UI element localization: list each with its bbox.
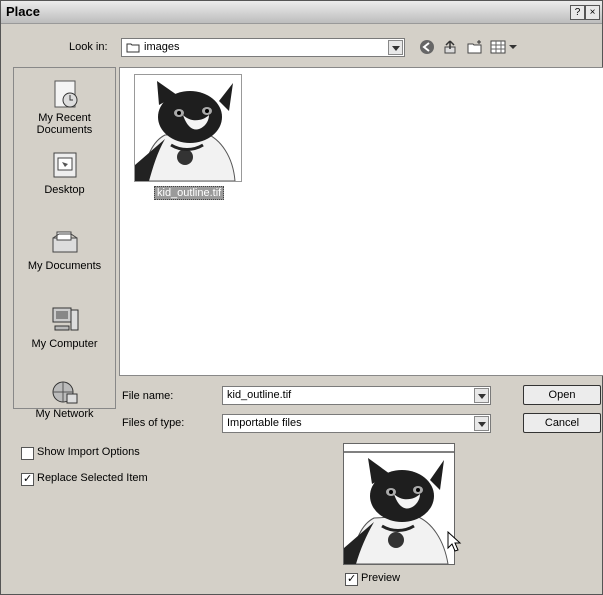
- view-menu-icon[interactable]: [490, 39, 520, 58]
- open-button[interactable]: Open: [523, 385, 601, 405]
- file-name-label[interactable]: kid_outline.tif: [154, 186, 225, 200]
- desktop-icon: [53, 152, 76, 178]
- places-bar: My Recent Documents Desktop My Documents…: [13, 67, 116, 420]
- replace-selected-item-checkbox[interactable]: [21, 472, 34, 486]
- look-in-label: Look in:: [69, 41, 108, 53]
- chevron-down-icon[interactable]: [474, 388, 489, 403]
- place-label: My Computer: [31, 338, 98, 350]
- cancel-button[interactable]: Cancel: [523, 413, 601, 433]
- cat-preview-image: [344, 444, 454, 565]
- recent-documents-icon: [54, 80, 77, 108]
- file-name-field-label: File name:: [122, 390, 174, 402]
- back-icon[interactable]: [419, 39, 435, 58]
- my-computer-icon: [52, 307, 78, 331]
- place-label: My Recent Documents: [36, 112, 93, 136]
- preview-label[interactable]: Preview: [361, 572, 400, 584]
- help-button[interactable]: ?: [570, 5, 585, 20]
- cat-image: [135, 75, 241, 182]
- mouse-pointer-icon: [447, 530, 463, 556]
- place-label: Desktop: [44, 184, 85, 196]
- title-bar: Place ? ×: [1, 1, 602, 24]
- file-list[interactable]: kid_outline.tif: [119, 67, 603, 376]
- file-name-input[interactable]: kid_outline.tif: [222, 386, 491, 405]
- look-in-dropdown[interactable]: images: [121, 38, 405, 57]
- replace-selected-item-label[interactable]: Replace Selected Item: [37, 472, 148, 484]
- file-type-dropdown[interactable]: Importable files: [222, 414, 491, 433]
- place-label: My Documents: [27, 260, 102, 272]
- place-my-network[interactable]: My Network: [14, 380, 115, 420]
- preview-checkbox[interactable]: [345, 572, 358, 586]
- dialog-title: Place: [6, 4, 40, 19]
- folder-icon: [126, 42, 140, 56]
- file-thumbnail[interactable]: [134, 74, 242, 182]
- place-desktop[interactable]: Desktop: [14, 150, 115, 196]
- file-name-value: kid_outline.tif: [227, 389, 292, 401]
- file-type-label: Files of type:: [122, 417, 185, 429]
- chevron-down-icon[interactable]: [474, 416, 489, 431]
- place-dialog: Place ? × Look in: images My Recent Docu…: [0, 0, 603, 595]
- chevron-down-icon[interactable]: [388, 40, 403, 55]
- look-in-value: images: [144, 41, 180, 53]
- show-import-options-label[interactable]: Show Import Options: [37, 446, 140, 458]
- show-import-options-checkbox[interactable]: [21, 447, 34, 460]
- preview-pane: [343, 443, 455, 565]
- close-button[interactable]: ×: [585, 5, 600, 20]
- new-folder-icon[interactable]: [466, 39, 484, 58]
- up-folder-icon[interactable]: [442, 39, 458, 58]
- my-documents-icon: [52, 231, 77, 253]
- my-network-icon: [52, 381, 77, 404]
- file-type-value: Importable files: [227, 417, 302, 429]
- place-label: My Network: [35, 408, 94, 420]
- place-my-computer[interactable]: My Computer: [14, 304, 115, 350]
- place-recent-documents[interactable]: My Recent Documents: [14, 78, 115, 136]
- place-my-documents[interactable]: My Documents: [14, 226, 115, 272]
